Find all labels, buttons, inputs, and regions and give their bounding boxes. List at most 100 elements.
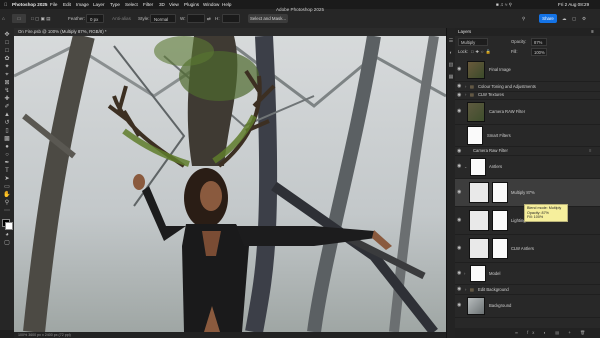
- visibility-eye-icon[interactable]: ◉: [457, 83, 461, 89]
- menu-select[interactable]: Select: [125, 0, 138, 9]
- group-chevron-icon[interactable]: ›: [464, 271, 465, 276]
- shape-tool-icon[interactable]: ▭: [3, 184, 11, 191]
- height-input[interactable]: [222, 14, 240, 23]
- layer-row-background[interactable]: ◉ Background: [455, 295, 600, 318]
- app-menu[interactable]: Photoshop 2025: [12, 0, 47, 9]
- search-icon[interactable]: ⚲: [522, 9, 525, 28]
- eyedropper-tool-icon[interactable]: ↯: [3, 88, 11, 95]
- apple-menu-icon[interactable]: : [4, 0, 7, 9]
- dodge-tool-icon[interactable]: ○: [3, 152, 11, 159]
- crop-tool-icon[interactable]: ⌖: [3, 72, 11, 79]
- menu-filter[interactable]: Filter: [143, 0, 153, 9]
- history-brush-icon[interactable]: ↺: [3, 120, 11, 127]
- cloud-icon[interactable]: ☁: [562, 9, 567, 28]
- document-canvas[interactable]: [14, 36, 446, 332]
- pen-tool-icon[interactable]: ✒: [3, 160, 11, 167]
- antialias-checkbox[interactable]: Anti-alias: [112, 9, 131, 28]
- menu-window[interactable]: Window: [203, 0, 219, 9]
- visibility-eye-icon[interactable]: ◉: [457, 270, 461, 276]
- menu-edit[interactable]: Edit: [63, 0, 71, 9]
- artboard-tool-icon[interactable]: □: [3, 40, 11, 47]
- menu-image[interactable]: Image: [76, 0, 89, 9]
- feather-input[interactable]: 0 px: [86, 14, 104, 23]
- visibility-eye-icon[interactable]: ◉: [457, 92, 461, 98]
- more-tools-icon[interactable]: ⋯: [3, 208, 11, 215]
- group-mask-thumbnail[interactable]: [470, 158, 486, 176]
- visibility-eye-icon[interactable]: ◉: [457, 189, 461, 195]
- hand-tool-icon[interactable]: ✋: [3, 192, 11, 199]
- layer-row-multiply[interactable]: ◉ Multiply 87%: [455, 179, 600, 207]
- layer-row-antlers[interactable]: ◉ ⌄ Antlers: [455, 156, 600, 179]
- visibility-eye-icon[interactable]: ◉: [457, 108, 461, 114]
- layer-mask-thumbnail[interactable]: [492, 238, 508, 259]
- settings-icon[interactable]: ⚙: [582, 9, 586, 28]
- layer-row-edit-background[interactable]: ◉ › ▤ Edit Background: [455, 285, 600, 295]
- layers-panel-title[interactable]: Layers: [458, 28, 471, 36]
- layer-row-clw-antlers[interactable]: ◉ CLW Antlers: [455, 235, 600, 263]
- libraries-icon[interactable]: ▧: [448, 62, 454, 68]
- quick-select-tool-icon[interactable]: ✦: [3, 64, 11, 71]
- eraser-tool-icon[interactable]: ▯: [3, 128, 11, 135]
- group-chevron-icon[interactable]: ⌄: [464, 164, 468, 169]
- fill-input[interactable]: 100%: [531, 48, 547, 56]
- layer-row-final-image[interactable]: ◉ Final Image: [455, 59, 600, 82]
- layer-footer-icons[interactable]: ∞ fx ◐ ▤ + 🗑: [515, 330, 589, 336]
- blend-mode-select[interactable]: Multiply: [458, 38, 488, 46]
- layers-panel-icon[interactable]: ▦: [448, 74, 454, 80]
- move-tool-icon[interactable]: ✥: [3, 32, 11, 39]
- blur-tool-icon[interactable]: ●: [3, 144, 11, 151]
- panel-menu-icon[interactable]: ≡: [591, 28, 594, 36]
- background-color-swatch[interactable]: [5, 222, 13, 230]
- brush-tool-icon[interactable]: ✐: [3, 104, 11, 111]
- visibility-eye-icon[interactable]: ◉: [457, 163, 461, 169]
- filter-options-icon[interactable]: ≡: [589, 148, 591, 153]
- group-chevron-icon[interactable]: ›: [465, 84, 466, 89]
- visibility-eye-icon[interactable]: ◉: [457, 302, 461, 308]
- path-select-tool-icon[interactable]: ➤: [3, 176, 11, 183]
- stamp-tool-icon[interactable]: ▲: [3, 112, 11, 119]
- type-tool-icon[interactable]: T: [3, 168, 11, 175]
- layer-row-camera-raw-filter[interactable]: ◉ Camera Raw Filter ≡: [455, 147, 600, 156]
- style-select[interactable]: Normal: [150, 14, 176, 23]
- filter-mask-thumbnail[interactable]: [467, 126, 483, 145]
- home-icon[interactable]: ⌂: [2, 9, 5, 28]
- width-input[interactable]: [187, 14, 205, 23]
- visibility-eye-icon[interactable]: ◉: [457, 148, 461, 154]
- selection-mode-icons[interactable]: □ ▢ ▣ ▤: [31, 9, 51, 28]
- properties-icon[interactable]: ☰: [448, 38, 454, 44]
- zoom-tool-icon[interactable]: ⚲: [3, 200, 11, 207]
- group-chevron-icon[interactable]: ›: [465, 92, 466, 97]
- layer-mask-thumbnail[interactable]: [492, 210, 508, 231]
- menu-layer[interactable]: Layer: [93, 0, 105, 9]
- menu-view[interactable]: View: [169, 0, 179, 9]
- adjustments-icon[interactable]: ◐: [448, 50, 454, 56]
- visibility-eye-icon[interactable]: ◉: [457, 245, 461, 251]
- swap-icon[interactable]: ⇄: [207, 9, 211, 28]
- lock-icons[interactable]: □✚○🔒: [471, 49, 493, 55]
- marquee-tool-preset-icon[interactable]: □: [12, 14, 26, 23]
- document-tab[interactable]: On Fire.psb @ 100% (Multiply 87%, RGB/8)…: [14, 28, 446, 36]
- menu-3d[interactable]: 3D: [159, 0, 165, 9]
- visibility-eye-icon[interactable]: ◉: [457, 217, 461, 223]
- layer-mask-thumbnail[interactable]: [492, 182, 508, 203]
- menu-type[interactable]: Type: [110, 0, 120, 9]
- group-chevron-icon[interactable]: ›: [465, 287, 466, 292]
- layer-row-smart-filters[interactable]: Smart Filters: [455, 125, 600, 147]
- gradient-tool-icon[interactable]: ▩: [3, 136, 11, 143]
- healing-tool-icon[interactable]: ✚: [3, 96, 11, 103]
- menu-file[interactable]: File: [50, 0, 57, 9]
- menu-help[interactable]: Help: [222, 0, 231, 9]
- workspace-icon[interactable]: ▢: [572, 9, 576, 28]
- screen-mode-icon[interactable]: ▢: [3, 240, 11, 247]
- opacity-input[interactable]: 87%: [531, 38, 547, 46]
- quick-mask-icon[interactable]: ◕: [3, 232, 11, 239]
- group-mask-thumbnail[interactable]: [470, 265, 486, 282]
- layer-row-clw-textures[interactable]: ◉ › ▤ CLW Textures: [455, 91, 600, 100]
- menu-plugins[interactable]: Plugins: [184, 0, 199, 9]
- marquee-tool-icon[interactable]: □: [3, 48, 11, 55]
- share-button[interactable]: Share: [539, 14, 557, 23]
- visibility-eye-icon[interactable]: ◉: [457, 66, 461, 72]
- layer-row-camera-raw[interactable]: ◉ Camera RAW Filter: [455, 100, 600, 125]
- layer-row-model[interactable]: ◉ › Model: [455, 263, 600, 285]
- frame-tool-icon[interactable]: ⊠: [3, 80, 11, 87]
